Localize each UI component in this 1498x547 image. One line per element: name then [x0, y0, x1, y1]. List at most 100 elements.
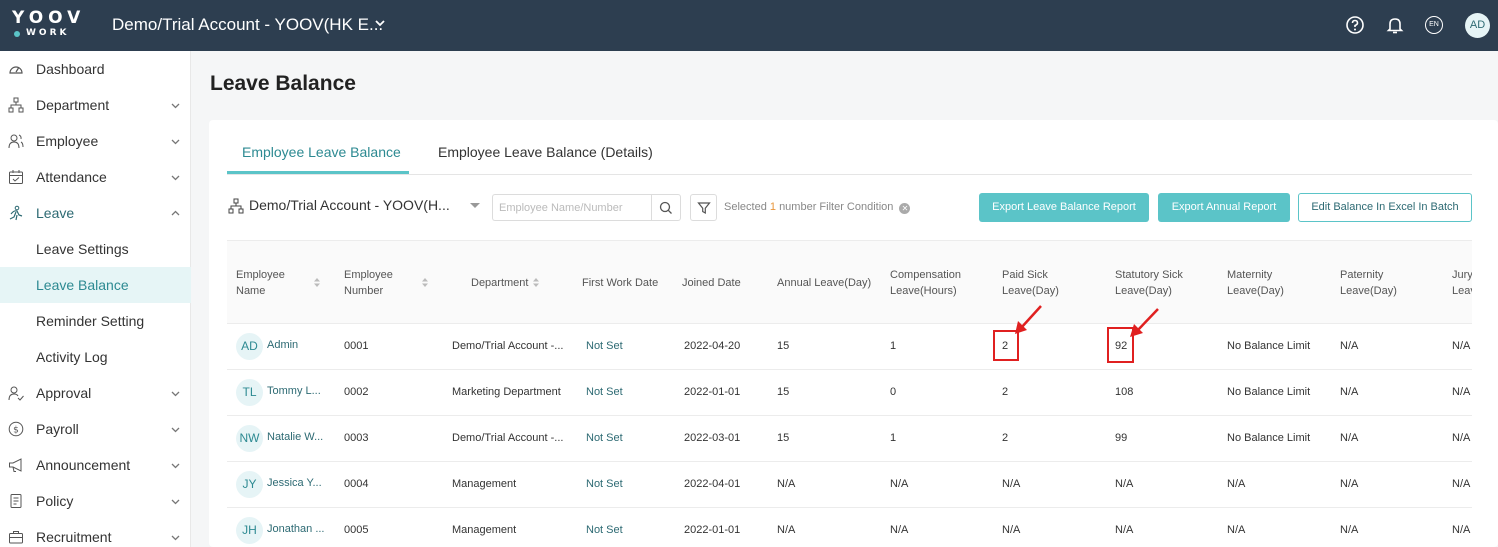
- table-row[interactable]: NW Natalie W... 0003 Demo/Trial Account …: [227, 416, 1472, 462]
- sidebar-item-announcement[interactable]: Announcement: [0, 447, 191, 483]
- tab-employee-leave-balance-details[interactable]: Employee Leave Balance (Details): [438, 144, 653, 160]
- filter-suffix: number Filter Condition: [779, 201, 894, 213]
- first-work-date-link[interactable]: Not Set: [586, 340, 623, 352]
- logo-dot: [14, 31, 20, 37]
- employee-avatar: JY: [236, 471, 263, 498]
- maternity-leave-value: N/A: [1227, 478, 1246, 490]
- column-header-jury-leave: Jury Leave: [1452, 269, 1472, 297]
- filter-button[interactable]: [690, 194, 717, 221]
- sidebar-item-policy[interactable]: Policy: [0, 483, 191, 519]
- dashboard-gauge-icon: [9, 66, 23, 74]
- employee-avatar: AD: [236, 333, 263, 360]
- language-icon[interactable]: EN: [1425, 16, 1443, 34]
- sidebar-item-label: Department: [36, 97, 110, 113]
- employee-name-link[interactable]: Jessica Y...: [267, 477, 322, 489]
- column-header-first-work-date: First Work Date: [582, 277, 659, 289]
- sort-icon[interactable]: [421, 277, 429, 288]
- red-arrow-icon: [1015, 305, 1042, 334]
- compensation-leave-value: N/A: [890, 524, 909, 536]
- bell-icon[interactable]: [1385, 15, 1405, 35]
- sidebar-item-recruitment[interactable]: Recruitment: [0, 519, 191, 547]
- svg-text:$: $: [13, 426, 19, 436]
- paid-sick-leave-value: 2: [1002, 432, 1009, 444]
- employee-avatar: NW: [236, 425, 263, 452]
- column-header-employee-number[interactable]: Employee Number: [344, 267, 404, 299]
- first-work-date-link[interactable]: Not Set: [586, 386, 623, 398]
- sidebar-item-activity-log[interactable]: Activity Log: [0, 339, 191, 375]
- statutory-sick-leave-value: N/A: [1115, 524, 1134, 536]
- table-row[interactable]: AD Admin 0001 Demo/Trial Account -... No…: [227, 324, 1472, 370]
- yoov-work-logo[interactable]: YOOV WORK: [12, 10, 80, 42]
- compensation-leave-value: 1: [890, 432, 897, 444]
- logo-sub-text: WORK: [26, 28, 70, 38]
- export-leave-balance-report-button[interactable]: Export Leave Balance Report: [979, 193, 1149, 222]
- sidebar-item-leave-balance[interactable]: Leave Balance: [0, 267, 191, 303]
- column-header-employee-name[interactable]: Employee Name: [236, 267, 296, 299]
- sidebar-item-payroll[interactable]: $ Payroll: [0, 411, 191, 447]
- sidebar-item-employee[interactable]: Employee: [0, 123, 191, 159]
- table-row[interactable]: TL Tommy L... 0002 Marketing Department …: [227, 370, 1472, 416]
- column-header-joined-date: Joined Date: [682, 277, 741, 289]
- employee-number: 0003: [344, 432, 369, 444]
- first-work-date-link[interactable]: Not Set: [586, 432, 623, 444]
- department: Demo/Trial Account -...: [452, 340, 564, 352]
- red-arrow-icon: [1130, 308, 1159, 337]
- maternity-leave-value: No Balance Limit: [1227, 340, 1311, 352]
- column-header-maternity-leave: Maternity Leave(Day): [1227, 269, 1284, 297]
- help-circle-icon[interactable]: [1345, 15, 1365, 35]
- table-row[interactable]: JY Jessica Y... 0004 Management Not Set …: [227, 462, 1472, 508]
- joined-date: 2022-04-20: [684, 340, 741, 352]
- employee-name-link[interactable]: Natalie W...: [267, 431, 323, 443]
- filter-count: 1: [769, 201, 776, 213]
- annual-leave-value: 15: [777, 386, 790, 398]
- sort-icon[interactable]: [532, 277, 540, 288]
- employee-name-link[interactable]: Tommy L...: [267, 385, 321, 397]
- paternity-leave-value: N/A: [1340, 386, 1359, 398]
- first-work-date-link[interactable]: Not Set: [586, 524, 623, 536]
- sidebar-item-dashboard[interactable]: Dashboard: [0, 51, 191, 87]
- sidebar-item-approval[interactable]: Approval: [0, 375, 191, 411]
- sidebar-item-leave[interactable]: Leave: [0, 195, 191, 231]
- sidebar-item-reminder-setting[interactable]: Reminder Setting: [0, 303, 191, 339]
- sort-icon[interactable]: [313, 277, 321, 288]
- sidebar-item-label: Approval: [36, 385, 92, 401]
- clear-filter-icon[interactable]: ✕: [899, 203, 911, 214]
- active-tab-indicator: [227, 171, 409, 174]
- chevron-down-icon[interactable]: [374, 17, 386, 29]
- sidebar-item-attendance[interactable]: Attendance: [0, 159, 191, 195]
- paternity-leave-value: N/A: [1340, 478, 1359, 490]
- sidebar: Dashboard Department Employee Attendance…: [0, 51, 191, 547]
- top-bar: YOOV WORK Demo/Trial Account - YOOV(HK E…: [0, 0, 1498, 51]
- sidebar-item-label: Leave: [36, 205, 75, 221]
- export-annual-report-button[interactable]: Export Annual Report: [1158, 193, 1290, 222]
- search-button[interactable]: [651, 194, 681, 221]
- calendar-check-icon: [9, 170, 23, 184]
- compensation-leave-value: 0: [890, 386, 897, 398]
- sidebar-item-label: Leave Balance: [36, 277, 129, 293]
- employee-number: 0005: [344, 524, 369, 536]
- people-icon: [8, 134, 24, 149]
- first-work-date-link[interactable]: Not Set: [586, 478, 623, 490]
- sidebar-item-leave-settings[interactable]: Leave Settings: [0, 231, 191, 267]
- org-chart-icon: [228, 198, 244, 214]
- annual-leave-value: 15: [777, 340, 790, 352]
- employee-name-link[interactable]: Admin: [267, 339, 298, 351]
- user-avatar[interactable]: AD: [1465, 13, 1490, 38]
- edit-balance-excel-batch-button[interactable]: Edit Balance In Excel In Batch: [1298, 193, 1472, 222]
- paid-sick-leave-value: 2: [1002, 386, 1009, 398]
- column-header-department[interactable]: Department: [471, 275, 528, 291]
- caret-down-icon[interactable]: [470, 203, 480, 208]
- table-row[interactable]: JH Jonathan ... 0005 Management Not Set …: [227, 508, 1472, 547]
- statutory-sick-leave-value: 108: [1115, 386, 1134, 398]
- annual-leave-value: 15: [777, 432, 790, 444]
- department: Management: [452, 524, 517, 536]
- briefcase-icon: [9, 531, 23, 544]
- joined-date: 2022-03-01: [684, 432, 741, 444]
- employee-name-link[interactable]: Jonathan ...: [267, 523, 325, 535]
- sidebar-item-department[interactable]: Department: [0, 87, 191, 123]
- employee-search-input[interactable]: [492, 194, 652, 221]
- organization-selector[interactable]: Demo/Trial Account - YOOV(H...: [249, 197, 450, 213]
- tab-employee-leave-balance[interactable]: Employee Leave Balance: [242, 144, 401, 160]
- search-icon: [659, 201, 672, 214]
- account-switcher[interactable]: Demo/Trial Account - YOOV(HK E...: [112, 15, 383, 35]
